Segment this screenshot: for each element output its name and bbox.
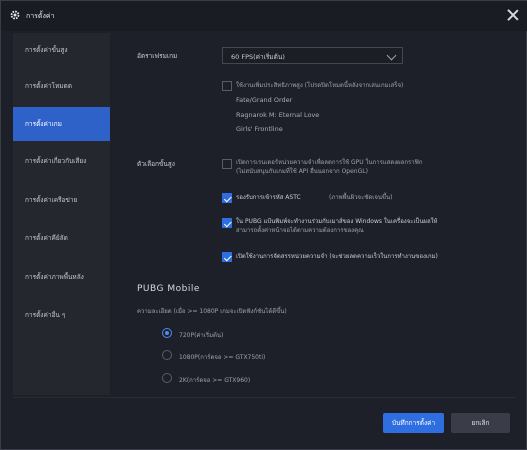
settings-window: การตั้งค่า การตั้งค่าขั้นสูง การตั้งค่าโ… [0,0,527,450]
settings-sidebar: การตั้งค่าขั้นสูง การตั้งค่าโหมดต การตั้… [13,33,110,395]
cancel-button[interactable]: ยกเลิก [451,413,510,433]
resolution-720p-radio[interactable] [162,328,172,338]
memory-render-label: เปิดการเรนเดอร์หน่วยความจำเพื่อลดการใช้ … [236,159,423,166]
resolution-1080p-radio[interactable] [162,350,172,360]
pubg-mouse-note: สามารถตั้งค่าหน้าจอได้ตามความต้องการของค… [236,227,364,234]
sidebar-item-shortcuts[interactable]: การตั้งค่าคีย์ลัด [13,221,110,255]
sidebar-item-label: การตั้งค่าเครือข่าย [25,196,78,204]
astc-label: รองรับการเข้ารหัส ASTC [236,194,301,201]
sidebar-item-other[interactable]: การตั้งค่าอื่น ๆ [13,298,110,332]
memory-render-checkbox[interactable] [222,159,232,169]
game-list-item: Girls' Frontline [236,125,283,133]
resolution-2k-label: 2K(การ์ดจอ >= GTX960) [179,377,251,384]
astc-checkbox[interactable] [222,193,232,203]
astc-note: (ภาพพื้นผิวจะชัดเจนขึ้น) [329,194,393,201]
sidebar-item-label: การตั้งค่าเกม [25,120,62,128]
sidebar-item-advanced[interactable]: การตั้งค่าขั้นสูง [13,33,110,67]
game-list-item: Ragnarok M: Eternal Love [236,111,320,119]
pubg-section-title: PUBG Mobile [137,284,200,294]
frame-rate-label: อัตราเฟรมเกม [137,52,178,60]
window-title: การตั้งค่า [26,12,55,20]
sidebar-item-network[interactable]: การตั้งค่าเครือข่าย [13,183,110,217]
memory-alloc-label: เปิดใช้งานการจัดสรรหน่วยความจำ (จะช่วยลด… [236,253,438,260]
resolution-720p-label: 720P(ค่าเริ่มต้น) [179,332,224,339]
resolution-2k-radio[interactable] [162,373,172,383]
sidebar-item-label: การตั้งค่าภาพพื้นหลัง [25,273,84,281]
sidebar-item-label: การตั้งค่าขั้นสูง [25,46,68,54]
footer-divider [13,397,516,398]
game-settings-panel: อัตราเฟรมเกม 60 FPS(ค่าเริ่มต้น) ใช้งานเ… [111,33,516,395]
memory-render-note: (ไม่สนับสนุนกับเกมที่ใช้ API อื่นนอกจาก … [236,168,368,175]
frame-rate-value: 60 FPS(ค่าเริ่มต้น) [231,53,285,61]
memory-alloc-checkbox[interactable] [222,252,232,262]
chevron-down-icon [386,50,397,61]
save-settings-button[interactable]: บันทึกการตั้งค่า [383,413,444,433]
sidebar-item-audio[interactable]: การตั้งค่าเกี่ยวกับเสียง [13,144,110,178]
sidebar-item-label: การตั้งค่าคีย์ลัด [25,234,68,242]
sidebar-item-label: การตั้งค่าอื่น ๆ [25,311,66,319]
high-performance-label: ใช้งานเพิ่มประสิทธิภาพสูง (โปรดปิดโหมดนี… [236,82,404,89]
resolution-1080p-label: 1080P(การ์ดจอ >= GTX750ti) [179,354,266,361]
sidebar-item-mode[interactable]: การตั้งค่าโหมดต [13,69,110,103]
high-performance-checkbox[interactable] [222,81,232,91]
gear-icon [10,10,20,20]
pubg-mouse-label: ใน PUBG แป้นพิมพ์จะทำงานร่วมกับเมาส์ของ … [236,218,438,225]
game-list-item: Fate/Grand Order [236,96,293,104]
sidebar-item-label: การตั้งค่าโหมดต [25,82,72,90]
sidebar-item-wallpaper[interactable]: การตั้งค่าภาพพื้นหลัง [13,260,110,294]
advanced-options-label: ตัวเลือกขั้นสูง [137,160,175,168]
sidebar-item-label: การตั้งค่าเกี่ยวกับเสียง [25,157,87,165]
frame-rate-select[interactable]: 60 FPS(ค่าเริ่มต้น) [222,47,403,64]
close-icon[interactable] [505,7,521,23]
pubg-mouse-checkbox[interactable] [222,218,232,228]
sidebar-item-game[interactable]: การตั้งค่าเกม [13,107,110,141]
title-bar: การตั้งค่า [1,1,527,31]
resolution-label: ความละเอียด (เมื่อ >= 1080P เกมจะเปิดฟัง… [137,308,287,315]
